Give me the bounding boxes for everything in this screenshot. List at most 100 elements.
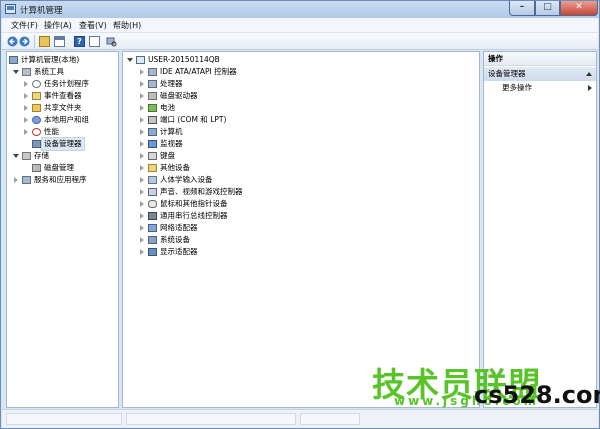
collapsed-arrow-icon[interactable] bbox=[139, 189, 145, 195]
window-title: 计算机管理 bbox=[20, 6, 63, 16]
monitor-icon bbox=[148, 140, 157, 148]
device-category-label: 人体学输入设备 bbox=[160, 175, 213, 184]
menu-action[interactable]: 操作(A) bbox=[44, 20, 72, 31]
collapsed-arrow-icon[interactable] bbox=[139, 81, 145, 87]
collapsed-arrow-icon[interactable] bbox=[139, 201, 145, 207]
title-bar[interactable]: 计算机管理 – □ ✕ bbox=[1, 1, 599, 18]
status-cell-middle bbox=[126, 413, 296, 425]
services-icon bbox=[22, 176, 31, 184]
computer-root-icon bbox=[136, 56, 145, 64]
tree-item-label: 事件查看器 bbox=[44, 91, 82, 100]
clock-icon bbox=[32, 80, 41, 88]
collapsed-arrow-icon[interactable] bbox=[139, 105, 145, 111]
collapsed-arrow-icon[interactable] bbox=[139, 129, 145, 135]
perf-icon bbox=[32, 128, 41, 136]
device-category-label: 声音、视频和游戏控制器 bbox=[160, 187, 243, 196]
actions-group-device-manager[interactable]: 设备管理器 bbox=[484, 67, 596, 81]
devmgr-icon bbox=[32, 140, 41, 148]
device-category-label: 鼠标和其他指针设备 bbox=[160, 199, 228, 208]
console-tree-pane: 计算机管理(本地) 系统工具 任务计划程序 事件查看器 共享文件夹 本地用户和组 bbox=[6, 51, 119, 408]
users-icon bbox=[32, 116, 41, 124]
actions-header: 操作 bbox=[484, 52, 596, 66]
status-bar bbox=[2, 409, 598, 428]
collapsed-arrow-icon[interactable] bbox=[139, 69, 145, 75]
network-icon bbox=[148, 224, 157, 232]
collapsed-arrow-icon[interactable] bbox=[23, 81, 29, 87]
device-category-label: IDE ATA/ATAPI 控制器 bbox=[160, 67, 237, 76]
more-actions-label: 更多操作 bbox=[502, 83, 532, 92]
system-devices-icon bbox=[148, 236, 157, 244]
toolbar-separator bbox=[34, 35, 35, 48]
port-icon bbox=[148, 116, 157, 124]
computer-management-icon bbox=[5, 4, 16, 14]
up-folder-icon[interactable] bbox=[39, 36, 50, 47]
collapsed-arrow-icon[interactable] bbox=[23, 129, 29, 135]
back-arrow-icon[interactable] bbox=[7, 36, 18, 47]
scan-hardware-icon[interactable] bbox=[106, 36, 117, 47]
tree-item-label: 计算机管理(本地) bbox=[21, 55, 80, 64]
close-icon: ✕ bbox=[575, 2, 583, 12]
collapsed-arrow-icon[interactable] bbox=[139, 165, 145, 171]
maximize-button[interactable]: □ bbox=[535, 1, 560, 16]
menu-view[interactable]: 查看(V) bbox=[79, 20, 107, 31]
minimize-icon: – bbox=[519, 2, 525, 12]
collapse-up-icon[interactable] bbox=[586, 72, 592, 76]
computer-icon bbox=[148, 128, 157, 136]
tree-item-label: 本地用户和组 bbox=[44, 115, 89, 124]
display-adapter-icon bbox=[148, 248, 157, 256]
device-category-label: 计算机 bbox=[160, 127, 183, 136]
device-category-label: 通用串行总线控制器 bbox=[160, 211, 228, 220]
tree-item-label: 系统工具 bbox=[34, 67, 64, 76]
collapsed-arrow-icon[interactable] bbox=[139, 177, 145, 183]
menu-help[interactable]: 帮助(H) bbox=[113, 20, 141, 31]
expanded-arrow-icon[interactable] bbox=[13, 69, 19, 75]
collapsed-arrow-icon[interactable] bbox=[23, 93, 29, 99]
collapsed-arrow-icon[interactable] bbox=[139, 249, 145, 255]
collapsed-arrow-icon[interactable] bbox=[23, 117, 29, 123]
device-category-label: 键盘 bbox=[160, 151, 175, 160]
actions-group-label: 设备管理器 bbox=[488, 69, 526, 78]
forward-arrow-icon[interactable] bbox=[19, 36, 30, 47]
collapsed-arrow-icon[interactable] bbox=[139, 153, 145, 159]
watermark-url-text: cs528.com bbox=[474, 381, 600, 409]
collapsed-arrow-icon[interactable] bbox=[139, 225, 145, 231]
collapsed-arrow-icon[interactable] bbox=[139, 93, 145, 99]
battery-icon bbox=[148, 104, 157, 112]
close-button[interactable]: ✕ bbox=[560, 1, 598, 16]
menu-file[interactable]: 文件(F) bbox=[11, 20, 38, 31]
processor-icon bbox=[148, 80, 157, 88]
status-cell-right bbox=[300, 413, 360, 425]
other-devices-icon bbox=[148, 164, 157, 172]
device-tree-pane: USER-20150114QB IDE ATA/ATAPI 控制器 处理器 磁盘… bbox=[122, 51, 480, 408]
tree-item-label: 任务计划程序 bbox=[44, 79, 89, 88]
tree-item-label: 设备管理器 bbox=[41, 137, 85, 151]
submenu-arrow-icon bbox=[588, 85, 592, 91]
sound-icon bbox=[148, 188, 157, 196]
event-icon bbox=[32, 92, 41, 100]
tools-icon bbox=[22, 68, 31, 76]
more-actions-item[interactable]: 更多操作 bbox=[502, 82, 592, 94]
properties-icon[interactable] bbox=[89, 36, 100, 47]
device-category-label: 显示适配器 bbox=[160, 247, 198, 256]
collapsed-arrow-icon[interactable] bbox=[139, 213, 145, 219]
device-root-label: USER-20150114QB bbox=[148, 55, 220, 64]
device-category-label: 监视器 bbox=[160, 139, 183, 148]
collapsed-arrow-icon[interactable] bbox=[139, 141, 145, 147]
show-hide-tree-icon[interactable] bbox=[54, 36, 65, 47]
actions-pane: 操作 设备管理器 更多操作 bbox=[483, 51, 597, 408]
collapsed-arrow-icon[interactable] bbox=[139, 117, 145, 123]
tree-item-label: 存储 bbox=[34, 151, 49, 160]
collapsed-arrow-icon[interactable] bbox=[23, 105, 29, 111]
device-category-label: 处理器 bbox=[160, 79, 183, 88]
tree-item-label: 共享文件夹 bbox=[44, 103, 82, 112]
expanded-arrow-icon[interactable] bbox=[13, 153, 19, 159]
storage-icon bbox=[22, 152, 31, 160]
collapsed-arrow-icon[interactable] bbox=[13, 177, 19, 183]
collapsed-arrow-icon[interactable] bbox=[139, 237, 145, 243]
toolbar: ? bbox=[2, 33, 598, 50]
help-icon[interactable]: ? bbox=[74, 36, 85, 47]
computer-icon bbox=[9, 56, 18, 64]
minimize-button[interactable]: – bbox=[509, 1, 535, 16]
expanded-arrow-icon[interactable] bbox=[127, 57, 133, 63]
usb-icon bbox=[148, 212, 157, 220]
